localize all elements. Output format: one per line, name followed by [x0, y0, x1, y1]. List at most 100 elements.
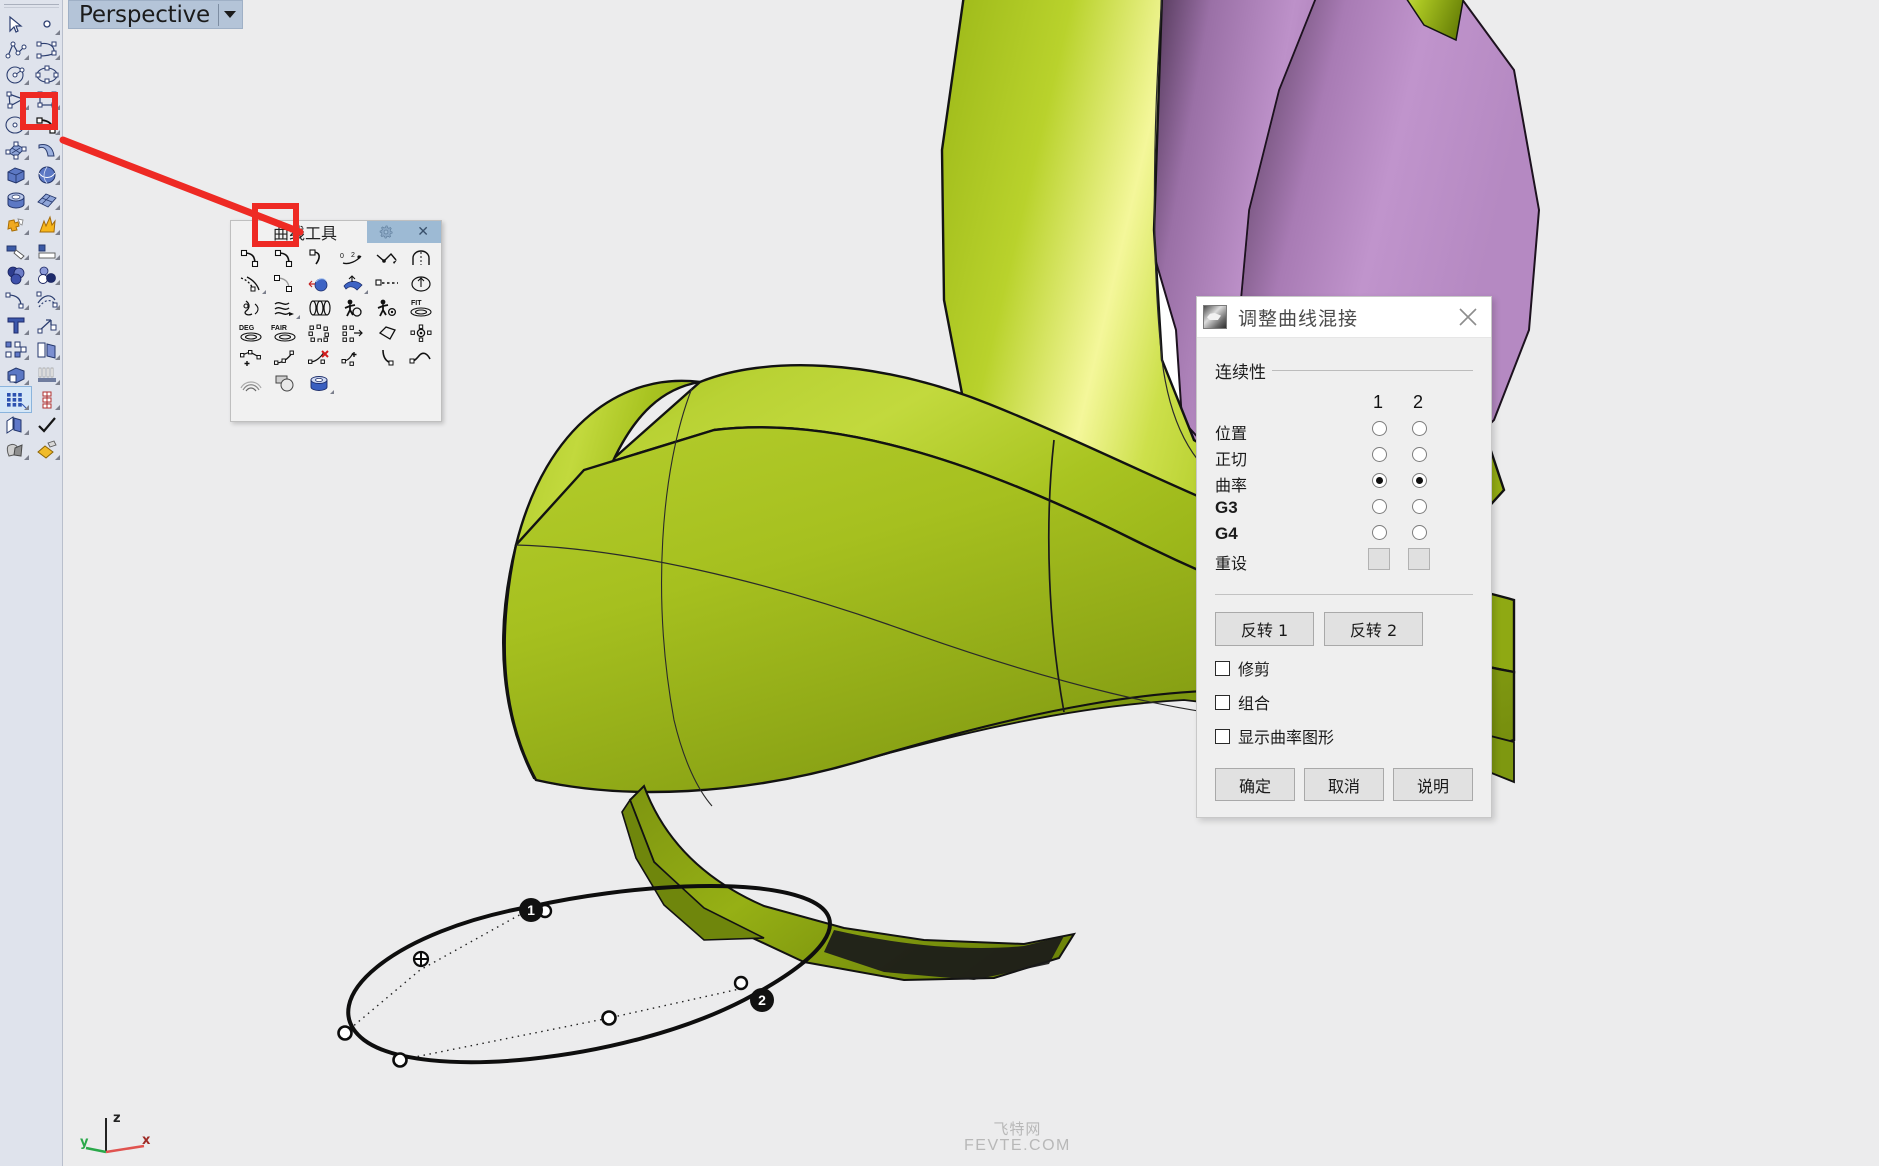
- close-icon[interactable]: [1457, 306, 1479, 328]
- layers-tool[interactable]: [0, 412, 31, 437]
- trim-checkbox[interactable]: [1215, 660, 1230, 676]
- copy-tool[interactable]: [31, 337, 62, 362]
- sphere-solid-tool[interactable]: [31, 162, 62, 187]
- blend-curve-2-tool[interactable]: [268, 245, 302, 270]
- fillet-tool[interactable]: [0, 287, 31, 312]
- tool-flyout-corner[interactable]: [55, 355, 60, 360]
- radio-curvature-1[interactable]: [1372, 473, 1387, 488]
- tool-flyout-corner[interactable]: [24, 405, 29, 410]
- tool-flyout-corner[interactable]: [55, 330, 60, 335]
- pull-curve-tool[interactable]: [336, 270, 370, 295]
- transform-tool[interactable]: [0, 337, 31, 362]
- tool-flyout-corner[interactable]: [55, 30, 60, 35]
- radio-position-1[interactable]: [1372, 421, 1387, 436]
- adjust-curve-blend-dialog[interactable]: 调整曲线混接 连续性 1 2 位置 正切 曲率 G3 G4 重设 反转 1 反转…: [1196, 296, 1492, 818]
- curve-hook-tool[interactable]: [370, 345, 404, 370]
- curvature-graph-tool[interactable]: [234, 370, 268, 395]
- blend-curve-1-tool[interactable]: [234, 245, 268, 270]
- tool-flyout-corner[interactable]: [55, 130, 60, 135]
- left-tool-palette[interactable]: [0, 0, 63, 1166]
- mesh-tool[interactable]: [31, 187, 62, 212]
- connect-curves-tool[interactable]: [370, 245, 404, 270]
- close-icon[interactable]: ✕: [417, 225, 429, 239]
- flip-1-button[interactable]: 反转 1: [1215, 612, 1314, 646]
- tool-flyout-corner[interactable]: [24, 355, 29, 360]
- lighting-tool[interactable]: [31, 362, 62, 387]
- dimension-tool[interactable]: [31, 312, 62, 337]
- tool-flyout-corner[interactable]: [55, 205, 60, 210]
- boolean-union-tool[interactable]: [0, 262, 31, 287]
- tool-flyout-corner[interactable]: [24, 305, 29, 310]
- cancel-button[interactable]: 取消: [1304, 768, 1384, 801]
- radio-tangency-1[interactable]: [1372, 447, 1387, 462]
- flow-curve-tool[interactable]: [268, 295, 302, 320]
- insert-knot-tool[interactable]: [336, 320, 370, 345]
- curve-boolean2-tool[interactable]: [268, 370, 302, 395]
- boolean-difference-tool[interactable]: [31, 262, 62, 287]
- radio-position-2[interactable]: [1412, 421, 1427, 436]
- text-tool[interactable]: [0, 312, 31, 337]
- flip-2-button[interactable]: 反转 2: [1324, 612, 1423, 646]
- radio-g3-1[interactable]: [1372, 499, 1387, 514]
- tool-flyout-corner[interactable]: [24, 130, 29, 135]
- reset-button-2[interactable]: [1408, 548, 1430, 570]
- blend-marker-2[interactable]: 2: [750, 988, 774, 1012]
- gear-icon[interactable]: [379, 225, 393, 239]
- radio-tangency-2[interactable]: [1412, 447, 1427, 462]
- surface-sweep-tool[interactable]: [31, 137, 62, 162]
- add-kink-tool[interactable]: [336, 345, 370, 370]
- curve-tools-palette[interactable]: 曲线工具 ✕ 0 2 FIT DEG FAIR: [230, 220, 442, 422]
- tool-flyout-corner[interactable]: [330, 390, 334, 394]
- tool-flyout-corner[interactable]: [55, 380, 60, 385]
- edit-point-tool[interactable]: [268, 345, 302, 370]
- tool-flyout-corner[interactable]: [55, 155, 60, 160]
- project-curve-tool[interactable]: [302, 270, 336, 295]
- check-tool[interactable]: [31, 412, 62, 437]
- ok-button[interactable]: 确定: [1215, 768, 1295, 801]
- trim-tool[interactable]: [0, 237, 31, 262]
- dialog-titlebar[interactable]: 调整曲线混接: [1197, 297, 1491, 338]
- tool-flyout-corner[interactable]: [55, 305, 60, 310]
- polyline-tool[interactable]: [0, 37, 31, 62]
- blend-marker-1[interactable]: 1: [519, 898, 543, 922]
- tool-flyout-corner[interactable]: [55, 280, 60, 285]
- radio-g4-2[interactable]: [1412, 525, 1427, 540]
- tool-flyout-corner[interactable]: [24, 255, 29, 260]
- tool-flyout-corner[interactable]: [24, 55, 29, 60]
- rebuild-person-tool[interactable]: [336, 295, 370, 320]
- select-arrow-tool[interactable]: [0, 12, 31, 37]
- arc-blend-tool[interactable]: [302, 245, 336, 270]
- tool-flyout-corner[interactable]: [24, 230, 29, 235]
- surface-from-points-tool[interactable]: [0, 137, 31, 162]
- tool-flyout-corner[interactable]: [296, 315, 300, 319]
- cylinder-solid-tool[interactable]: [0, 187, 31, 212]
- dotted-extend-tool[interactable]: [370, 270, 404, 295]
- curve-corner-tool[interactable]: [404, 345, 438, 370]
- viewport-title-tab[interactable]: Perspective: [68, 0, 244, 29]
- curve-boolean-tool[interactable]: [234, 295, 268, 320]
- extend-curve-tool[interactable]: [234, 270, 268, 295]
- tool-flyout-corner[interactable]: [55, 405, 60, 410]
- analysis-tool[interactable]: [31, 387, 62, 412]
- remove-point-tool[interactable]: [302, 345, 336, 370]
- tool-flyout-corner[interactable]: [55, 455, 60, 460]
- show-curvature-checkbox[interactable]: [1215, 728, 1230, 744]
- change-degree-tool[interactable]: DEG: [234, 320, 268, 345]
- fit-curve-tool[interactable]: FIT: [404, 295, 438, 320]
- tool-flyout-corner[interactable]: [24, 380, 29, 385]
- tool-flyout-corner[interactable]: [55, 230, 60, 235]
- material-tool[interactable]: [31, 437, 62, 462]
- tool-flyout-corner[interactable]: [24, 205, 29, 210]
- point-tool[interactable]: [31, 12, 62, 37]
- help-button[interactable]: 说明: [1393, 768, 1473, 801]
- tool-flyout-corner[interactable]: [24, 155, 29, 160]
- tool-flyout-corner[interactable]: [24, 280, 29, 285]
- tool-flyout-corner[interactable]: [24, 455, 29, 460]
- radio-g3-2[interactable]: [1412, 499, 1427, 514]
- adjust-curve-blend-tool[interactable]: 0 2: [336, 245, 370, 270]
- join-checkbox[interactable]: [1215, 694, 1230, 710]
- fair-curve-tool[interactable]: FAIR: [268, 320, 302, 345]
- split-tool[interactable]: [31, 237, 62, 262]
- curve-pipe-tool[interactable]: [302, 370, 336, 395]
- radio-curvature-2[interactable]: [1412, 473, 1427, 488]
